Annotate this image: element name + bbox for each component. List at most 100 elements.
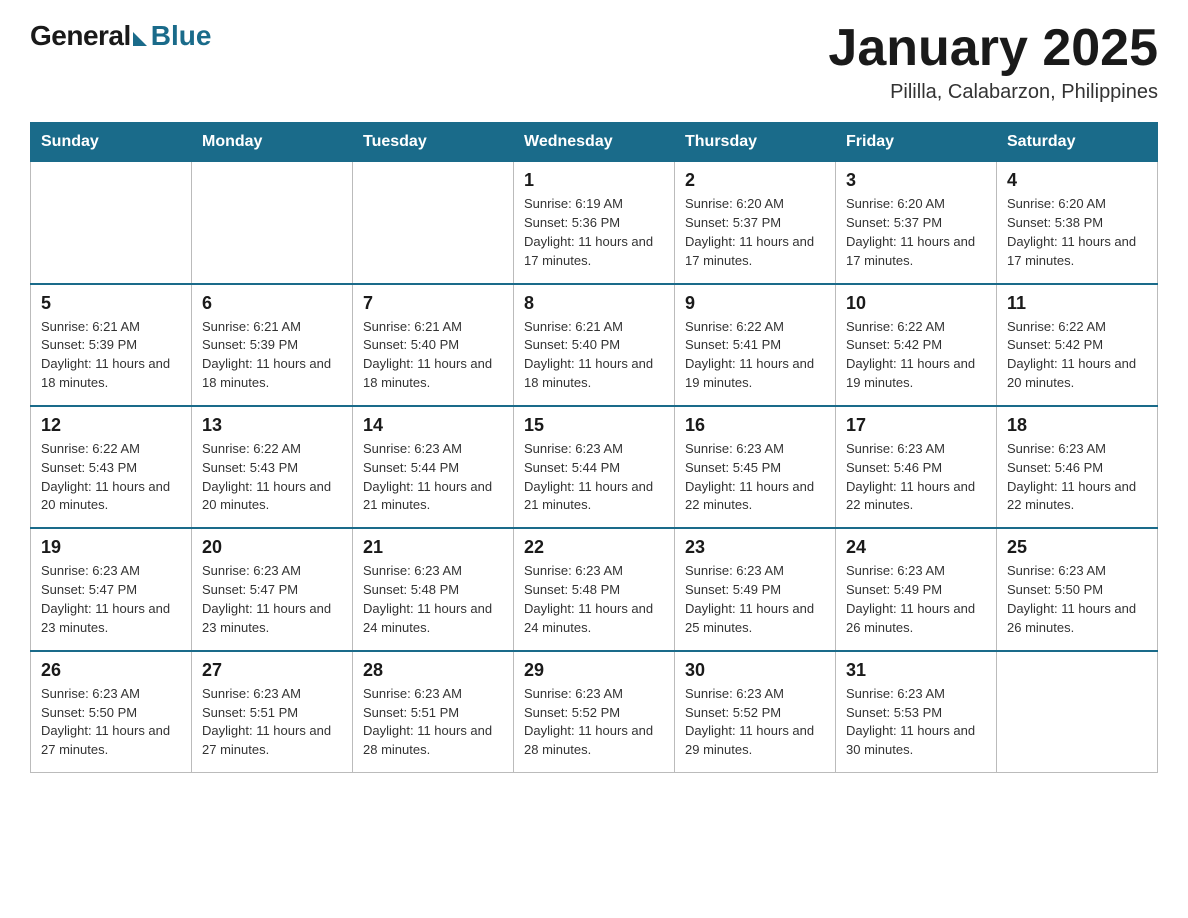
- calendar-cell: 31 Sunrise: 6:23 AM Sunset: 5:53 PM Dayli…: [836, 651, 997, 773]
- day-info: Sunrise: 6:22 AM Sunset: 5:43 PM Dayligh…: [202, 440, 342, 515]
- calendar-table: SundayMondayTuesdayWednesdayThursdayFrid…: [30, 122, 1158, 773]
- day-number: 7: [363, 293, 503, 314]
- day-number: 1: [524, 170, 664, 191]
- calendar-cell: [997, 651, 1158, 773]
- logo: General Blue: [30, 20, 211, 52]
- calendar-cell: 17Sunrise: 6:23 AM Sunset: 5:46 PM Dayli…: [836, 406, 997, 528]
- calendar-cell: [31, 162, 192, 284]
- day-number: 29: [524, 660, 664, 681]
- calendar-cell: 20 Sunrise: 6:23 AM Sunset: 5:47 PM Dayli…: [192, 528, 353, 650]
- day-number: 13: [202, 415, 342, 436]
- day-number: 28: [363, 660, 503, 681]
- day-number: 20: [202, 537, 342, 558]
- day-number: 10: [846, 293, 986, 314]
- day-number: 15: [524, 415, 664, 436]
- logo-general-text: General: [30, 20, 131, 52]
- calendar-week-row: 1 Sunrise: 6:19 AM Sunset: 5:36 PM Daylig…: [31, 162, 1158, 284]
- calendar-cell: 3 Sunrise: 6:20 AM Sunset: 5:37 PM Daylig…: [836, 162, 997, 284]
- calendar-cell: 23 Sunrise: 6:23 AM Sunset: 5:49 PM Dayli…: [675, 528, 836, 650]
- calendar-cell: 22Sunrise: 6:23 AM Sunset: 5:48 PM Dayli…: [514, 528, 675, 650]
- day-info: Sunrise: 6:20 AM Sunset: 5:37 PM Dayligh…: [685, 195, 825, 270]
- day-info: Sunrise: 6:23 AM Sunset: 5:48 PM Dayligh…: [363, 562, 503, 637]
- day-info: Sunrise: 6:23 AM Sunset: 5:44 PM Dayligh…: [524, 440, 664, 515]
- day-number: 30: [685, 660, 825, 681]
- calendar-cell: 14Sunrise: 6:23 AM Sunset: 5:44 PM Dayli…: [353, 406, 514, 528]
- day-number: 27: [202, 660, 342, 681]
- day-info: Sunrise: 6:23 AM Sunset: 5:50 PM Dayligh…: [41, 685, 181, 760]
- day-info: Sunrise: 6:21 AM Sunset: 5:39 PM Dayligh…: [202, 318, 342, 393]
- calendar-cell: 24 Sunrise: 6:23 AM Sunset: 5:49 PM Dayli…: [836, 528, 997, 650]
- calendar-cell: 1 Sunrise: 6:19 AM Sunset: 5:36 PM Daylig…: [514, 162, 675, 284]
- day-number: 19: [41, 537, 181, 558]
- calendar-body: 1 Sunrise: 6:19 AM Sunset: 5:36 PM Daylig…: [31, 162, 1158, 773]
- day-info: Sunrise: 6:21 AM Sunset: 5:40 PM Dayligh…: [524, 318, 664, 393]
- day-number: 14: [363, 415, 503, 436]
- calendar-cell: 9Sunrise: 6:22 AM Sunset: 5:41 PM Daylig…: [675, 284, 836, 406]
- page-header: General Blue January 2025 Pililla, Calab…: [30, 20, 1158, 104]
- calendar-cell: 28 Sunrise: 6:23 AM Sunset: 5:51 PM Dayli…: [353, 651, 514, 773]
- day-info: Sunrise: 6:23 AM Sunset: 5:49 PM Dayligh…: [846, 562, 986, 637]
- day-info: Sunrise: 6:23 AM Sunset: 5:47 PM Dayligh…: [202, 562, 342, 637]
- calendar-week-row: 12 Sunrise: 6:22 AM Sunset: 5:43 PM Dayli…: [31, 406, 1158, 528]
- day-info: Sunrise: 6:23 AM Sunset: 5:46 PM Dayligh…: [1007, 440, 1147, 515]
- day-info: Sunrise: 6:23 AM Sunset: 5:52 PM Dayligh…: [685, 685, 825, 760]
- day-number: 11: [1007, 293, 1147, 314]
- day-info: Sunrise: 6:23 AM Sunset: 5:45 PM Dayligh…: [685, 440, 825, 515]
- day-info: Sunrise: 6:20 AM Sunset: 5:37 PM Dayligh…: [846, 195, 986, 270]
- day-number: 4: [1007, 170, 1147, 191]
- calendar-cell: 18 Sunrise: 6:23 AM Sunset: 5:46 PM Dayli…: [997, 406, 1158, 528]
- day-number: 5: [41, 293, 181, 314]
- day-info: Sunrise: 6:23 AM Sunset: 5:53 PM Dayligh…: [846, 685, 986, 760]
- weekday-header-thursday: Thursday: [675, 123, 836, 162]
- calendar-cell: [192, 162, 353, 284]
- day-info: Sunrise: 6:23 AM Sunset: 5:52 PM Dayligh…: [524, 685, 664, 760]
- calendar-cell: 11 Sunrise: 6:22 AM Sunset: 5:42 PM Dayli…: [997, 284, 1158, 406]
- day-info: Sunrise: 6:23 AM Sunset: 5:46 PM Dayligh…: [846, 440, 986, 515]
- calendar-cell: 8 Sunrise: 6:21 AM Sunset: 5:40 PM Daylig…: [514, 284, 675, 406]
- day-number: 8: [524, 293, 664, 314]
- calendar-cell: 25 Sunrise: 6:23 AM Sunset: 5:50 PM Dayli…: [997, 528, 1158, 650]
- day-info: Sunrise: 6:23 AM Sunset: 5:50 PM Dayligh…: [1007, 562, 1147, 637]
- day-number: 9: [685, 293, 825, 314]
- calendar-cell: 10 Sunrise: 6:22 AM Sunset: 5:42 PM Dayli…: [836, 284, 997, 406]
- day-info: Sunrise: 6:21 AM Sunset: 5:40 PM Dayligh…: [363, 318, 503, 393]
- day-number: 12: [41, 415, 181, 436]
- day-number: 25: [1007, 537, 1147, 558]
- day-info: Sunrise: 6:22 AM Sunset: 5:42 PM Dayligh…: [846, 318, 986, 393]
- calendar-cell: 30 Sunrise: 6:23 AM Sunset: 5:52 PM Dayli…: [675, 651, 836, 773]
- day-info: Sunrise: 6:22 AM Sunset: 5:43 PM Dayligh…: [41, 440, 181, 515]
- weekday-header-sunday: Sunday: [31, 123, 192, 162]
- calendar-week-row: 5 Sunrise: 6:21 AM Sunset: 5:39 PM Daylig…: [31, 284, 1158, 406]
- day-info: Sunrise: 6:23 AM Sunset: 5:51 PM Dayligh…: [363, 685, 503, 760]
- calendar-cell: 19 Sunrise: 6:23 AM Sunset: 5:47 PM Dayli…: [31, 528, 192, 650]
- calendar-cell: 16 Sunrise: 6:23 AM Sunset: 5:45 PM Dayli…: [675, 406, 836, 528]
- day-number: 21: [363, 537, 503, 558]
- day-number: 24: [846, 537, 986, 558]
- day-number: 23: [685, 537, 825, 558]
- calendar-week-row: 19 Sunrise: 6:23 AM Sunset: 5:47 PM Dayli…: [31, 528, 1158, 650]
- day-info: Sunrise: 6:19 AM Sunset: 5:36 PM Dayligh…: [524, 195, 664, 270]
- day-number: 22: [524, 537, 664, 558]
- calendar-cell: 2Sunrise: 6:20 AM Sunset: 5:37 PM Daylig…: [675, 162, 836, 284]
- logo-blue-text: Blue: [151, 20, 212, 52]
- calendar-week-row: 26 Sunrise: 6:23 AM Sunset: 5:50 PM Dayli…: [31, 651, 1158, 773]
- day-number: 16: [685, 415, 825, 436]
- day-number: 26: [41, 660, 181, 681]
- calendar-cell: 6Sunrise: 6:21 AM Sunset: 5:39 PM Daylig…: [192, 284, 353, 406]
- day-number: 31: [846, 660, 986, 681]
- day-info: Sunrise: 6:21 AM Sunset: 5:39 PM Dayligh…: [41, 318, 181, 393]
- day-info: Sunrise: 6:23 AM Sunset: 5:49 PM Dayligh…: [685, 562, 825, 637]
- day-info: Sunrise: 6:22 AM Sunset: 5:42 PM Dayligh…: [1007, 318, 1147, 393]
- calendar-cell: 21 Sunrise: 6:23 AM Sunset: 5:48 PM Dayli…: [353, 528, 514, 650]
- day-info: Sunrise: 6:23 AM Sunset: 5:51 PM Dayligh…: [202, 685, 342, 760]
- weekday-header-row: SundayMondayTuesdayWednesdayThursdayFrid…: [31, 123, 1158, 162]
- calendar-cell: 7 Sunrise: 6:21 AM Sunset: 5:40 PM Daylig…: [353, 284, 514, 406]
- day-info: Sunrise: 6:20 AM Sunset: 5:38 PM Dayligh…: [1007, 195, 1147, 270]
- day-number: 3: [846, 170, 986, 191]
- weekday-header-monday: Monday: [192, 123, 353, 162]
- day-info: Sunrise: 6:23 AM Sunset: 5:47 PM Dayligh…: [41, 562, 181, 637]
- weekday-header-wednesday: Wednesday: [514, 123, 675, 162]
- day-number: 18: [1007, 415, 1147, 436]
- logo-arrow-icon: [133, 32, 147, 46]
- weekday-header-saturday: Saturday: [997, 123, 1158, 162]
